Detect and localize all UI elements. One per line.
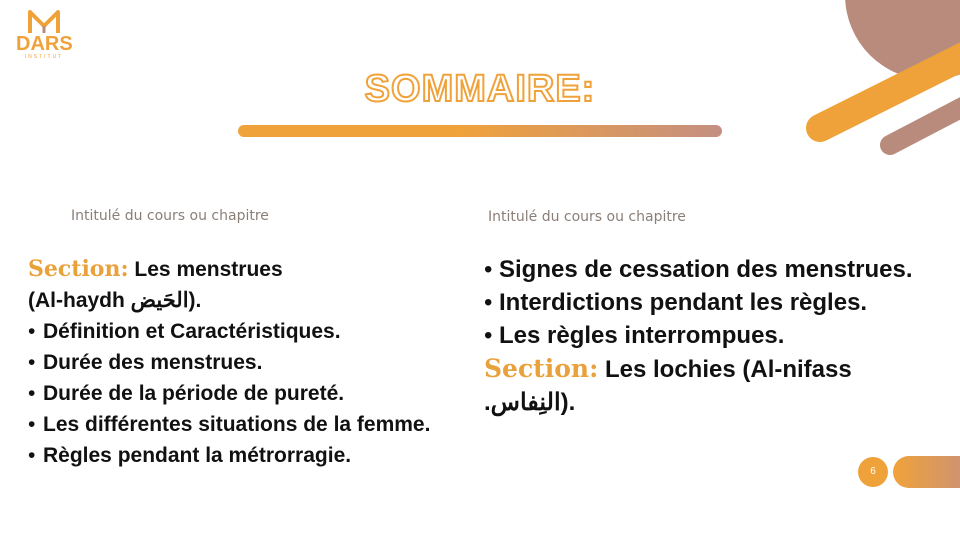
decorative-pill (893, 456, 960, 488)
list-item-text: Règles pendant la métrorragie. (43, 444, 352, 467)
list-item: • Les règles interrompues. (484, 319, 944, 352)
page-number: 6 (858, 457, 888, 487)
section-title: Les lochies (Al-nifass (598, 356, 852, 383)
list-item-text: Durée de la période de pureté. (43, 382, 345, 405)
list-item-text: Les règles interrompues. (499, 322, 785, 349)
section-title: Les menstrues (128, 258, 283, 281)
right-caption: Intitulé du cours ou chapitre (488, 209, 686, 225)
section-title-line-2: .النِفاس). (484, 389, 576, 416)
bullet: • (28, 382, 36, 405)
logo-mark-icon (28, 10, 60, 33)
list-item-text: Interdictions pendant les règles. (499, 289, 868, 316)
list-item: • Interdictions pendant les règles. (484, 286, 944, 319)
left-list: • Définition et Caractéristiques. • Durée … (28, 316, 448, 471)
list-item-text: Signes de cessation des menstrues. (499, 256, 913, 283)
bullet: • (28, 413, 36, 436)
list-item: • Définition et Caractéristiques. (28, 316, 448, 347)
logo-text: DARS (16, 33, 73, 55)
bullet: • (484, 256, 493, 283)
bullet: • (28, 351, 36, 374)
list-item: • Les différentes situations de la femme. (28, 409, 448, 440)
title-underline (238, 125, 722, 137)
list-item: • Durée des menstrues. (28, 347, 448, 378)
list-item: • Durée de la période de pureté. (28, 378, 448, 409)
logo-subtitle: INSTITUT (24, 54, 64, 60)
section-heading-menstrues: Section: Les menstrues (28, 254, 448, 285)
list-item: • Règles pendant la métrorragie. (28, 440, 448, 471)
left-caption: Intitulé du cours ou chapitre (71, 208, 269, 224)
list-item-text: Les différentes situations de la femme. (43, 413, 431, 436)
right-column: • Signes de cessation des menstrues. • Int… (484, 253, 944, 419)
bullet: • (28, 444, 36, 467)
left-column: Section: Les menstrues (Al-haydh الحَيض)… (28, 254, 448, 471)
bullet: • (484, 322, 493, 349)
bullet: • (484, 289, 493, 316)
right-list: • Signes de cessation des menstrues. • Int… (484, 253, 944, 352)
list-item-text: Définition et Caractéristiques. (43, 320, 341, 343)
page-title: SOMMAIRE: (364, 67, 596, 111)
list-item-text: Durée des menstrues. (43, 351, 263, 374)
section-keyword: Section: (28, 256, 129, 282)
section-keyword: Section: (484, 354, 599, 383)
section-title-line-2: (Al-haydh الحَيض). (28, 289, 202, 312)
bullet: • (28, 320, 36, 343)
section-heading-lochies: Section: Les lochies (Al-nifass (484, 352, 944, 386)
list-item: • Signes de cessation des menstrues. (484, 253, 944, 286)
dars-logo: DARS INSTITUT (16, 10, 73, 62)
